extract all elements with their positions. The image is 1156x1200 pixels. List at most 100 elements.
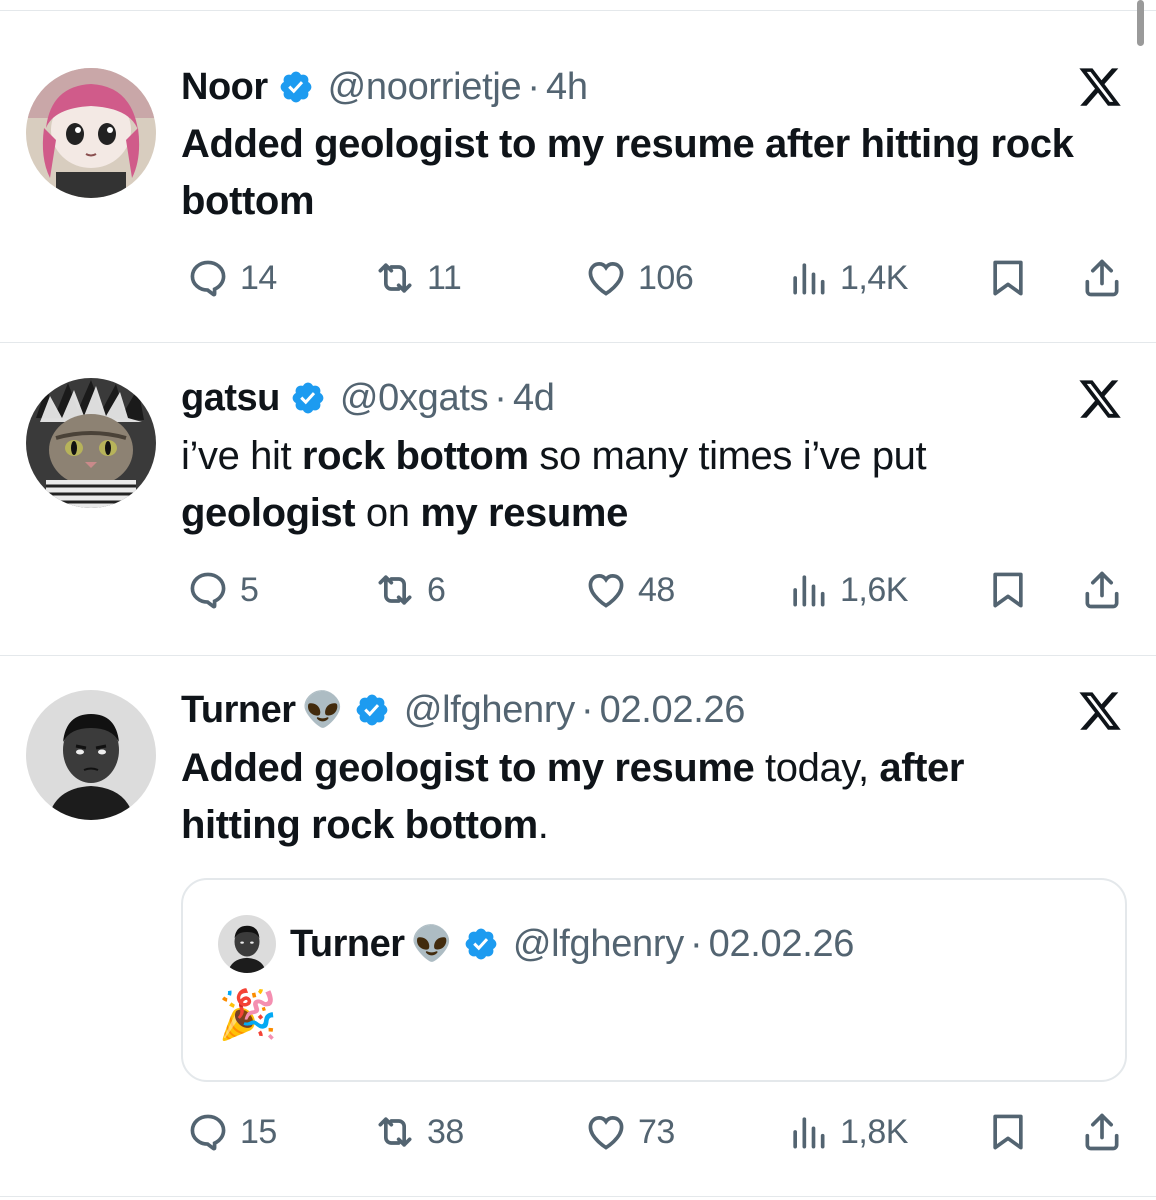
- tweet-text-segment: rock bottom: [301, 434, 529, 478]
- author-handle[interactable]: @noorrietje: [328, 66, 522, 109]
- like-count: 48: [638, 570, 675, 609]
- repost-icon: [373, 1110, 417, 1154]
- tweet-divider: [0, 342, 1156, 343]
- tweet-text-segment: .: [537, 803, 549, 847]
- bookmark-button[interactable]: [986, 568, 1030, 612]
- reply-count: 14: [240, 258, 277, 297]
- reply-count: 15: [240, 1112, 277, 1151]
- share-button[interactable]: [1080, 256, 1124, 300]
- x-logo-icon: [1077, 376, 1123, 422]
- tweet-text-segment: geologist: [181, 491, 356, 535]
- reply-button[interactable]: 14: [186, 256, 277, 300]
- separator: ·: [494, 376, 507, 419]
- tweet-text-segment: so many times i’ve put: [528, 434, 927, 478]
- views-icon: [786, 1110, 830, 1154]
- like-count: 106: [638, 258, 694, 297]
- tweet-text-segment: today,: [754, 746, 880, 790]
- heart-icon: [584, 256, 628, 300]
- share-icon: [1080, 256, 1124, 300]
- like-button[interactable]: 73: [584, 1110, 675, 1154]
- share-button[interactable]: [1080, 568, 1124, 612]
- bookmark-icon: [986, 568, 1030, 612]
- author-name[interactable]: gatsu: [181, 377, 280, 420]
- repost-count: 6: [427, 570, 446, 609]
- separator: ·: [527, 65, 541, 108]
- scrollbar-thumb[interactable]: [1137, 0, 1144, 46]
- reply-icon: [186, 568, 230, 612]
- separator: ·: [580, 688, 594, 731]
- views-button[interactable]: 1,8K: [786, 1110, 908, 1154]
- verified-badge-icon: [354, 692, 390, 728]
- repost-icon: [373, 568, 417, 612]
- timestamp[interactable]: 4d: [513, 377, 555, 420]
- repost-button[interactable]: 11: [373, 256, 462, 300]
- views-button[interactable]: 1,6K: [786, 568, 908, 612]
- tweet-text-segment: my resume: [420, 491, 628, 535]
- separator: ·: [689, 922, 703, 965]
- author-name[interactable]: Noor: [181, 66, 268, 109]
- timestamp[interactable]: 02.02.26: [600, 689, 746, 732]
- quoted-tweet-text: 🎉: [218, 989, 278, 1042]
- verified-badge-icon: [463, 926, 499, 962]
- share-icon: [1080, 1110, 1124, 1154]
- avatar-gatsu[interactable]: [26, 378, 156, 508]
- top-divider: [0, 10, 1156, 11]
- tweet-header: gatsu @0xgats · 4d: [181, 374, 555, 422]
- x-logo-icon: [1077, 688, 1123, 734]
- avatar-turner[interactable]: [26, 690, 156, 820]
- reply-icon: [186, 1110, 230, 1154]
- quoted-avatar[interactable]: [218, 915, 276, 973]
- repost-icon: [373, 256, 417, 300]
- alien-emoji: 👽: [301, 691, 344, 729]
- tweet-divider: [0, 655, 1156, 656]
- reply-button[interactable]: 15: [186, 1110, 277, 1154]
- bookmark-icon: [986, 1110, 1030, 1154]
- quoted-tweet[interactable]: [181, 878, 1127, 1082]
- x-logo-icon: [1077, 64, 1123, 110]
- tweet-text: Added geologist to my resume after hitti…: [181, 116, 1081, 230]
- bookmark-icon: [986, 256, 1030, 300]
- tweet-text-segment: i’ve hit: [181, 434, 302, 478]
- tweet-text-segment: Added geologist to my resume: [181, 746, 755, 790]
- views-count: 1,4K: [840, 258, 908, 297]
- tweet-divider: [0, 1196, 1156, 1197]
- timestamp[interactable]: 4h: [546, 66, 588, 109]
- tweet-text: Added geologist to my resume today, afte…: [181, 740, 1081, 854]
- tweet-text: i’ve hit rock bottom so many times i’ve …: [181, 428, 1081, 542]
- share-icon: [1080, 568, 1124, 612]
- bookmark-button[interactable]: [986, 1110, 1030, 1154]
- repost-button[interactable]: 6: [373, 568, 446, 612]
- share-button[interactable]: [1080, 1110, 1124, 1154]
- verified-badge-icon: [278, 69, 314, 105]
- quoted-author-name: Turner: [290, 922, 405, 965]
- verified-badge-icon: [290, 380, 326, 416]
- tweet-text-segment: on: [355, 491, 421, 535]
- quoted-header: Turner 👽 @lfghenry · 02.02.26: [290, 920, 854, 968]
- reply-icon: [186, 256, 230, 300]
- views-icon: [786, 568, 830, 612]
- heart-icon: [584, 568, 628, 612]
- repost-count: 38: [427, 1112, 464, 1151]
- author-handle[interactable]: @0xgats: [340, 377, 489, 420]
- avatar-noor[interactable]: [26, 68, 156, 198]
- heart-icon: [584, 1110, 628, 1154]
- tweet-header: Turner 👽 @lfghenry · 02.02.26: [181, 686, 745, 734]
- tweet-text-segment: Added geologist to my resume after hitti…: [181, 122, 1074, 223]
- author-name[interactable]: Turner: [181, 689, 296, 732]
- views-button[interactable]: 1,4K: [786, 256, 908, 300]
- views-icon: [786, 256, 830, 300]
- like-button[interactable]: 106: [584, 256, 694, 300]
- views-count: 1,8K: [840, 1112, 908, 1151]
- tweet-header: Noor @noorrietje · 4h: [181, 63, 588, 111]
- bookmark-button[interactable]: [986, 256, 1030, 300]
- repost-button[interactable]: 38: [373, 1110, 464, 1154]
- quoted-timestamp: 02.02.26: [708, 922, 855, 965]
- views-count: 1,6K: [840, 570, 908, 609]
- reply-button[interactable]: 5: [186, 568, 259, 612]
- quoted-author-handle: @lfghenry: [512, 922, 684, 965]
- repost-count: 11: [427, 258, 462, 297]
- author-handle[interactable]: @lfghenry: [404, 689, 575, 732]
- like-count: 73: [638, 1112, 675, 1151]
- alien-emoji: 👽: [410, 925, 453, 963]
- like-button[interactable]: 48: [584, 568, 675, 612]
